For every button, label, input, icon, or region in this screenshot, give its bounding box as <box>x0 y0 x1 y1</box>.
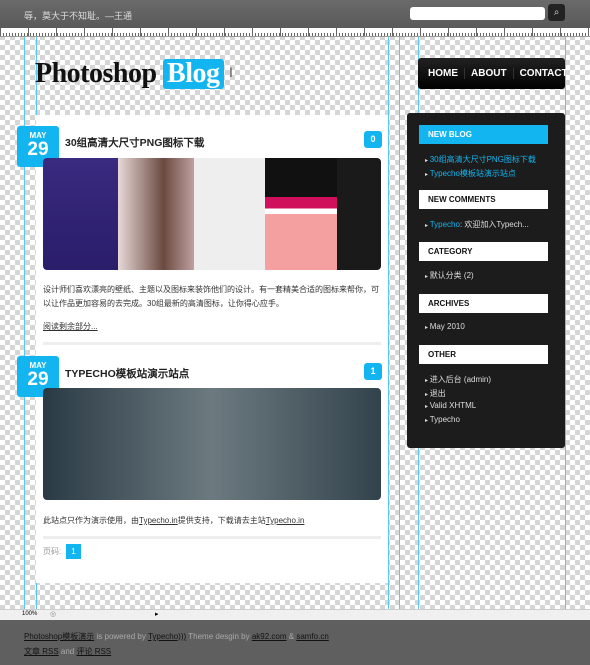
guide-line <box>24 37 25 609</box>
logo-highlight: Blog <box>163 59 224 89</box>
guide-line <box>388 37 389 609</box>
divider <box>43 342 381 345</box>
comment-count[interactable]: 0 <box>364 131 382 148</box>
divider <box>43 536 381 539</box>
site-link[interactable]: Photoshop模板演示 <box>24 632 94 641</box>
comments-rss-link[interactable]: 评论 RSS <box>76 647 111 656</box>
footer: Photoshop模板演示 is powered by Typecho))) T… <box>0 620 590 665</box>
nav-contact[interactable]: CONTACT <box>514 68 574 79</box>
designer-link[interactable]: samfo.cn <box>296 632 328 641</box>
post-image <box>43 158 381 270</box>
post-title[interactable]: TYPECHO模板站演示站点 <box>65 366 189 381</box>
widget-title-comments: NEW COMMENTS <box>419 190 548 209</box>
main-nav: HOME ABOUT CONTACT <box>418 58 568 89</box>
post-title[interactable]: 30组高清大尺寸PNG图标下载 <box>65 135 204 150</box>
widget-title-other: OTHER <box>419 345 548 364</box>
motto: 辱，莫大于不知耻。—王通 <box>24 11 133 21</box>
guide-line <box>565 37 566 609</box>
widget-title-archives: ARCHIVES <box>419 294 548 313</box>
other-item[interactable]: Typecho <box>425 415 460 424</box>
page-1-button[interactable]: 1 <box>66 544 81 559</box>
typecho-link[interactable]: Typecho.in <box>266 516 305 525</box>
sidebar-link[interactable]: 30组高清大尺寸PNG图标下载 <box>425 154 536 165</box>
post-text: 此站点只作为演示使用，由Typecho.in提供支持，下载请去主站Typecho… <box>43 516 305 525</box>
zoom-level: 100% <box>22 611 38 617</box>
widget-title-new-blog: NEW BLOG <box>419 125 548 144</box>
search-input[interactable] <box>410 7 545 20</box>
post-excerpt: 设计师们喜欢漂亮的壁纸、主题以及图标来装饰他们的设计。有一套精美合适的图标来帮你… <box>43 285 379 308</box>
nav-home[interactable]: HOME <box>422 68 465 79</box>
search-button[interactable]: ⌕ <box>548 4 565 21</box>
posts-rss-link[interactable]: 文章 RSS <box>24 647 59 656</box>
footer-rss: 文章 RSS and 评论 RSS <box>24 647 112 656</box>
sidebar-link[interactable]: Typecho模板站演示站点 <box>425 168 516 179</box>
pager-label: 页码: <box>43 547 62 556</box>
post-image <box>43 388 381 500</box>
read-more-link[interactable]: 阅读剩余部分... <box>43 320 98 334</box>
guide-line <box>399 37 400 609</box>
typecho-link[interactable]: Typecho))) <box>148 632 186 641</box>
logo-text: Photoshop <box>35 58 157 89</box>
designer-link[interactable]: ak92.com <box>252 632 287 641</box>
widget-title-category: CATEGORY <box>419 242 548 261</box>
other-item[interactable]: 进入后台 (admin) <box>425 374 491 385</box>
text-cursor-icon: I <box>229 64 233 80</box>
other-item[interactable]: 退出 <box>425 388 446 399</box>
scroll-right-icon[interactable]: ▸ <box>155 610 159 618</box>
comment-item[interactable]: Typecho: 欢迎加入Typech... <box>425 219 529 230</box>
status-bar: 100% ◎ ▸ <box>0 609 590 620</box>
category-item[interactable]: 默认分类 (2) <box>425 270 474 281</box>
site-logo[interactable]: Photoshop Blog <box>35 58 224 90</box>
nav-about[interactable]: ABOUT <box>465 68 514 79</box>
ruler <box>0 28 590 37</box>
typecho-link[interactable]: Typecho.in <box>139 516 178 525</box>
archive-item[interactable]: May 2010 <box>425 322 465 331</box>
search-icon: ⌕ <box>553 7 560 18</box>
comment-count[interactable]: 1 <box>364 363 382 380</box>
footer-credits: Photoshop模板演示 is powered by Typecho))) T… <box>24 632 329 641</box>
info-icon[interactable]: ◎ <box>50 610 56 618</box>
other-item[interactable]: Valid XHTML <box>425 401 477 410</box>
